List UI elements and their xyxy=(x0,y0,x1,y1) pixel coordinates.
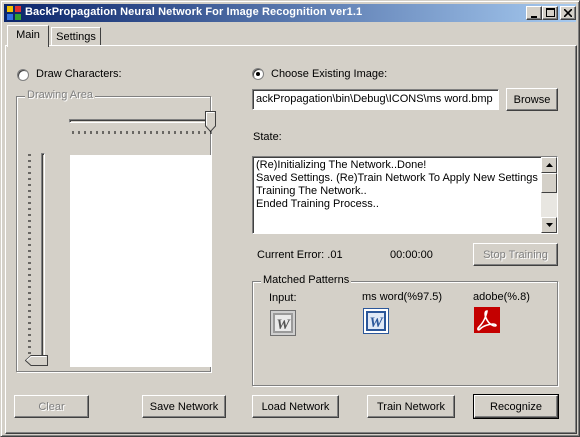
minimize-icon xyxy=(531,16,537,18)
state-log[interactable]: (Re)Initializing The Network..Done! Save… xyxy=(252,156,558,234)
title-bar[interactable]: BackPropagation Neural Network For Image… xyxy=(4,4,576,22)
minimize-button[interactable] xyxy=(526,6,542,20)
stop-training-button[interactable]: Stop Training xyxy=(473,243,558,266)
maximize-button[interactable] xyxy=(542,6,558,20)
log-line: Saved Settings. (Re)Train Network To App… xyxy=(256,172,538,184)
slider-thumb-vertical[interactable] xyxy=(25,355,48,366)
match-label-word: ms word(%97.5) xyxy=(362,291,443,303)
main-window: BackPropagation Neural Network For Image… xyxy=(0,0,580,437)
scroll-down-button[interactable] xyxy=(541,217,557,233)
browse-button[interactable]: Browse xyxy=(506,88,558,111)
log-line: (Re)Initializing The Network..Done! xyxy=(256,159,427,171)
adobe-acrobat-icon xyxy=(474,307,500,333)
matched-patterns-legend: Matched Patterns xyxy=(261,274,352,286)
input-label: Input: xyxy=(269,292,297,304)
choose-image-label: Choose Existing Image: xyxy=(271,68,388,80)
window-title: BackPropagation Neural Network For Image… xyxy=(25,6,363,18)
maximize-icon xyxy=(545,8,555,17)
drawing-area-legend: Drawing Area xyxy=(25,89,96,101)
state-label: State: xyxy=(253,131,282,143)
choose-image-radio[interactable] xyxy=(252,68,264,80)
log-line: Ended Training Process.. xyxy=(256,198,379,210)
log-scrollbar[interactable] xyxy=(541,157,557,233)
scroll-thumb[interactable] xyxy=(541,173,557,193)
ms-word-icon: W xyxy=(363,308,389,334)
vertical-size-slider[interactable] xyxy=(25,151,55,369)
slider-track-vertical xyxy=(41,153,45,365)
svg-text:W: W xyxy=(276,317,291,333)
radio-checked-dot xyxy=(256,72,260,76)
train-network-button[interactable]: Train Network xyxy=(367,395,455,418)
state-log-lines: (Re)Initializing The Network..Done! Save… xyxy=(256,159,538,211)
tab-main-label: Main xyxy=(16,29,40,41)
svg-text:W: W xyxy=(369,315,384,331)
slider-ticks xyxy=(72,131,212,134)
slider-ticks-vertical xyxy=(28,154,31,360)
match-label-adobe: adobe(%.8) xyxy=(473,291,530,303)
close-icon xyxy=(563,8,573,18)
elapsed-time-label: 00:00:00 xyxy=(390,249,433,261)
scroll-up-button[interactable] xyxy=(541,157,557,173)
drawing-canvas[interactable] xyxy=(70,155,211,367)
arrow-up-icon xyxy=(545,163,553,167)
load-network-button[interactable]: Load Network xyxy=(252,395,339,418)
arrow-down-icon xyxy=(545,223,553,227)
tab-settings[interactable]: Settings xyxy=(51,27,101,45)
current-error-label: Current Error: .01 xyxy=(257,249,343,261)
image-path-text: ackPropagation\bin\Debug\ICONS\ms word.b… xyxy=(256,93,493,105)
slider-thumb[interactable] xyxy=(205,111,216,132)
draw-characters-radio[interactable] xyxy=(17,69,29,81)
tab-settings-label: Settings xyxy=(56,31,96,43)
draw-characters-label: Draw Characters: xyxy=(36,68,122,80)
word-gray-icon: W xyxy=(270,310,296,336)
recognize-button[interactable]: Recognize xyxy=(473,394,559,419)
image-path-field[interactable]: ackPropagation\bin\Debug\ICONS\ms word.b… xyxy=(252,89,499,110)
horizontal-size-slider[interactable] xyxy=(69,111,219,137)
slider-track xyxy=(69,119,215,123)
close-button[interactable] xyxy=(560,6,576,20)
clear-button[interactable]: Clear xyxy=(14,395,89,418)
app-icon xyxy=(7,6,21,20)
tab-main[interactable]: Main xyxy=(7,25,49,47)
save-network-button[interactable]: Save Network xyxy=(142,395,226,418)
log-line: Training The Network.. xyxy=(256,185,367,197)
